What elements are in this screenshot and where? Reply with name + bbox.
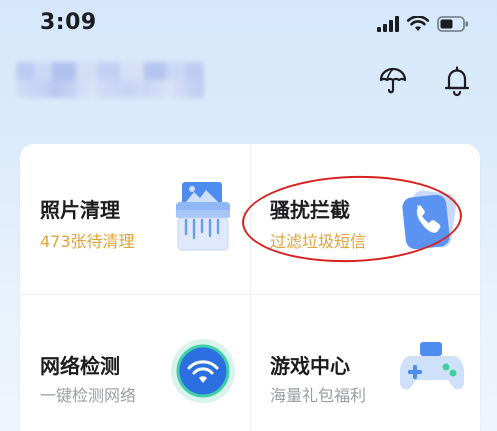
tile-title: 游戏中心 bbox=[270, 354, 350, 378]
tile-network-check[interactable]: 网络检测 一键检测网络 bbox=[20, 294, 250, 431]
status-time: 3:09 bbox=[40, 10, 97, 35]
status-bar: 3:09 bbox=[0, 0, 497, 48]
tile-photo-cleanup[interactable]: 照片清理 473张待清理 bbox=[20, 144, 250, 294]
gamepad-icon bbox=[400, 338, 470, 404]
tile-title: 骚扰拦截 bbox=[270, 198, 350, 222]
blurred-username bbox=[16, 62, 204, 98]
feature-card: 照片清理 473张待清理 骚扰拦截 过滤垃圾短信 网络检测 一键检测网络 游戏中… bbox=[20, 144, 480, 431]
tile-title: 照片清理 bbox=[40, 198, 120, 222]
header bbox=[0, 54, 497, 110]
battery-icon bbox=[437, 16, 468, 32]
wifi-globe-icon bbox=[168, 336, 238, 410]
umbrella-icon bbox=[379, 67, 407, 94]
tile-title: 网络检测 bbox=[40, 354, 120, 378]
phone-icon bbox=[400, 186, 462, 256]
tile-subtitle: 过滤垃圾短信 bbox=[270, 232, 367, 251]
tile-subtitle: 一键检测网络 bbox=[40, 386, 137, 405]
tile-game-center[interactable]: 游戏中心 海量礼包福利 bbox=[250, 294, 480, 431]
wifi-icon bbox=[407, 16, 429, 31]
tile-subtitle: 海量礼包福利 bbox=[270, 386, 367, 405]
tile-subtitle: 473张待清理 bbox=[40, 232, 135, 251]
notification-button[interactable] bbox=[440, 64, 474, 98]
shredder-icon bbox=[170, 178, 240, 258]
cellular-signal-icon bbox=[377, 16, 399, 32]
umbrella-button[interactable] bbox=[376, 64, 410, 98]
status-icons bbox=[377, 14, 469, 34]
bell-icon bbox=[444, 66, 470, 97]
tile-harassment-block[interactable]: 骚扰拦截 过滤垃圾短信 bbox=[250, 144, 480, 294]
